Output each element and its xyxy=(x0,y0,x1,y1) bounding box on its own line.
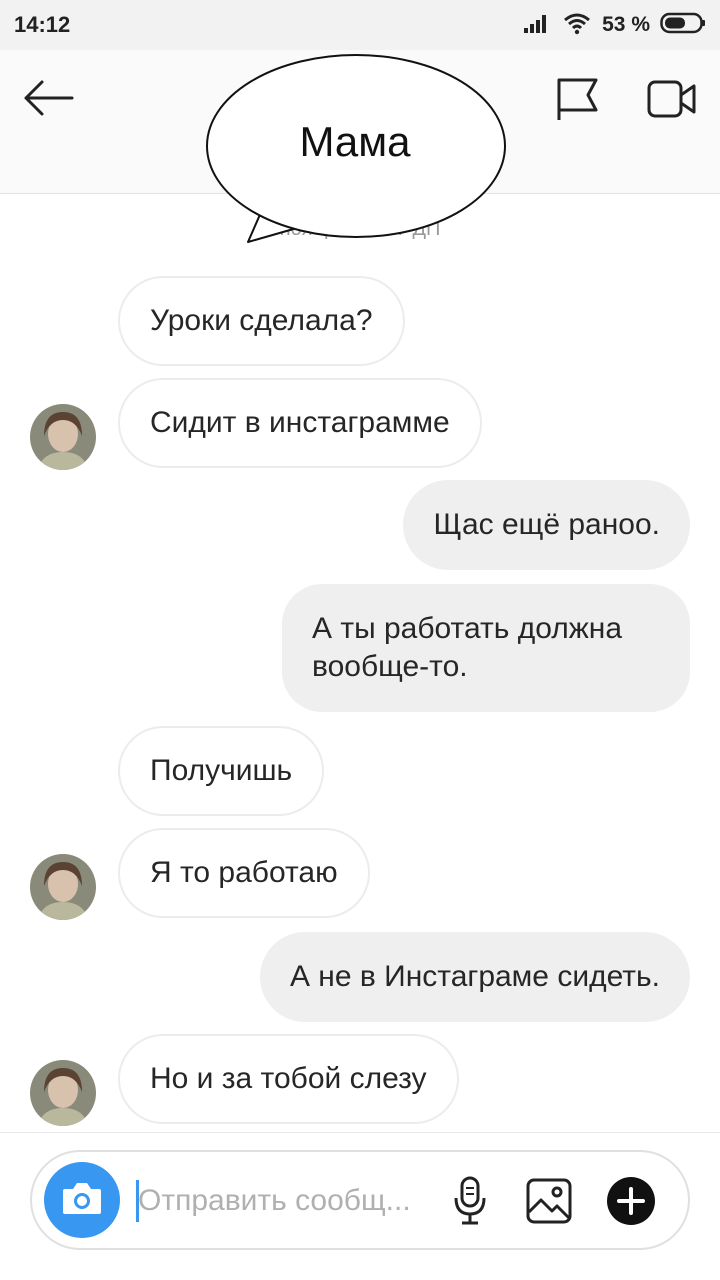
signal-icon xyxy=(522,12,552,39)
avatar[interactable] xyxy=(30,854,96,920)
message-text: А не в Инстаграме сидеть. xyxy=(289,960,660,993)
avatar[interactable] xyxy=(30,1060,96,1126)
message-incoming: Сидит в инстаграмме xyxy=(118,378,482,468)
status-bar: 14:12 53 % xyxy=(0,0,720,50)
message-outgoing: А ты работать должна вообще-то. xyxy=(282,584,690,712)
message-outgoing: Щас ещё раноо. xyxy=(403,480,690,570)
message-text: Но и за тобой слезу xyxy=(150,1062,427,1095)
flag-icon[interactable] xyxy=(554,76,600,127)
message-incoming: Но и за тобой слезу xyxy=(118,1034,459,1124)
composer-divider xyxy=(0,1132,720,1133)
message-text: Щас ещё раноо. xyxy=(433,508,660,541)
message-incoming: Я то работаю xyxy=(118,828,370,918)
avatar[interactable] xyxy=(30,404,96,470)
message-text: Уроки сделала? xyxy=(150,304,373,337)
message-text: Сидит в инстаграмме xyxy=(150,406,450,439)
battery-percent: 53 % xyxy=(602,13,650,36)
plus-icon[interactable] xyxy=(606,1176,656,1231)
message-outgoing: А не в Инстаграме сидеть. xyxy=(259,932,690,1022)
battery-icon xyxy=(660,11,706,40)
status-icons: 53 % xyxy=(522,10,706,40)
camera-icon xyxy=(61,1180,103,1221)
message-text: А ты работать должна вообще-то. xyxy=(312,612,623,683)
chat-title: Мама xyxy=(299,118,411,165)
message-incoming: Уроки сделала? xyxy=(118,276,405,366)
status-time: 14:12 xyxy=(14,12,71,37)
message-incoming: Получишь xyxy=(118,726,325,816)
message-input[interactable] xyxy=(138,1179,428,1223)
microphone-icon[interactable] xyxy=(452,1176,488,1231)
wifi-icon xyxy=(562,11,592,40)
message-text: Я то работаю xyxy=(150,856,338,889)
message-text: Получишь xyxy=(150,754,293,787)
message-composer xyxy=(30,1150,690,1250)
camera-button[interactable] xyxy=(44,1162,120,1238)
video-camera-icon[interactable] xyxy=(646,78,698,125)
arrow-left-icon[interactable] xyxy=(22,78,74,123)
gallery-icon[interactable] xyxy=(526,1178,572,1229)
